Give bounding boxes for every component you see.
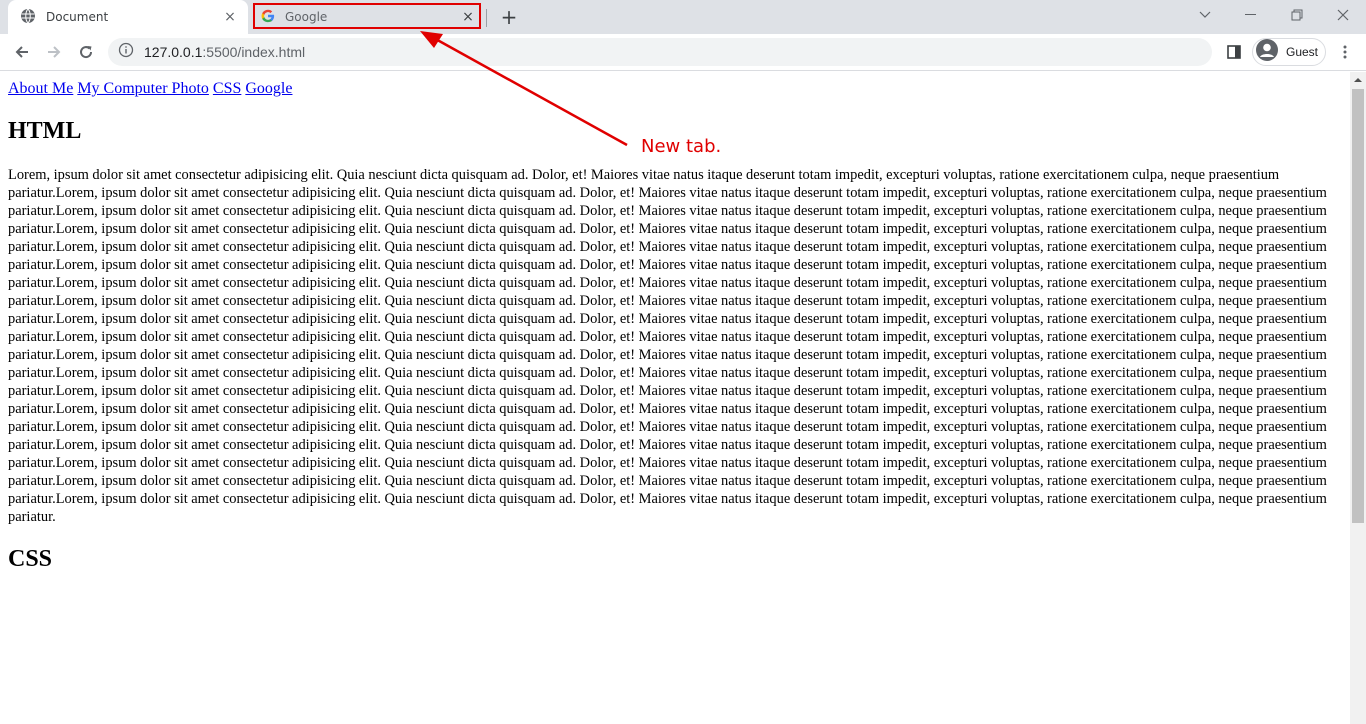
minimize-button[interactable] — [1228, 0, 1274, 30]
scroll-thumb[interactable] — [1352, 89, 1364, 523]
arrow-right-icon — [48, 46, 61, 58]
tab-document[interactable]: Document × — [8, 0, 248, 34]
new-tab-button[interactable]: + — [498, 6, 520, 28]
side-panel-icon — [1227, 45, 1241, 59]
chevron-down-icon — [1199, 11, 1211, 18]
vertical-scrollbar[interactable] — [1350, 72, 1366, 724]
url-text: 127.0.0.1:5500/index.html — [144, 44, 306, 60]
side-panel-button[interactable] — [1220, 38, 1248, 66]
nav-link-about-me[interactable]: About Me — [8, 80, 73, 97]
arrow-left-icon — [15, 46, 28, 58]
minimize-icon — [1245, 14, 1256, 15]
page-content: About Me My Computer Photo CSS Google HT… — [0, 72, 1350, 724]
forward-button[interactable] — [40, 38, 68, 66]
reload-button[interactable] — [72, 38, 100, 66]
section-heading-css: CSS — [8, 545, 53, 572]
close-icon — [1337, 9, 1349, 21]
annotation-label: New tab. — [641, 136, 722, 157]
nav-link-css[interactable]: CSS — [213, 80, 241, 97]
nav-link-computer-photo[interactable]: My Computer Photo — [77, 80, 209, 97]
tab-title: Document — [46, 10, 109, 24]
browser-toolbar: 127.0.0.1:5500/index.html Guest — [0, 34, 1366, 71]
info-icon[interactable] — [118, 42, 134, 62]
profile-label: Guest — [1286, 45, 1319, 59]
restore-button[interactable] — [1274, 0, 1320, 30]
back-button[interactable] — [8, 38, 36, 66]
profile-button[interactable]: Guest — [1252, 38, 1326, 66]
page-nav: About Me My Computer Photo CSS Google — [8, 80, 1342, 98]
menu-button[interactable] — [1331, 38, 1359, 66]
reload-icon — [80, 46, 93, 59]
globe-icon — [20, 8, 36, 27]
restore-icon — [1291, 9, 1303, 21]
window-close-button[interactable] — [1320, 0, 1366, 30]
tab-search-button[interactable] — [1182, 0, 1228, 30]
new-tab-highlight — [253, 3, 481, 29]
avatar-icon — [1256, 39, 1278, 65]
kebab-menu-icon — [1343, 45, 1347, 59]
nav-link-google[interactable]: Google — [245, 80, 292, 97]
lorem-paragraph: Lorem, ipsum dolor sit amet consectetur … — [8, 166, 1327, 525]
tab-close-button[interactable]: × — [220, 7, 240, 27]
address-bar[interactable]: 127.0.0.1:5500/index.html — [108, 38, 1212, 66]
tab-divider — [486, 9, 487, 27]
tab-strip: Document × Google × + — [0, 0, 1366, 34]
scroll-up-arrow-icon[interactable] — [1350, 72, 1366, 88]
